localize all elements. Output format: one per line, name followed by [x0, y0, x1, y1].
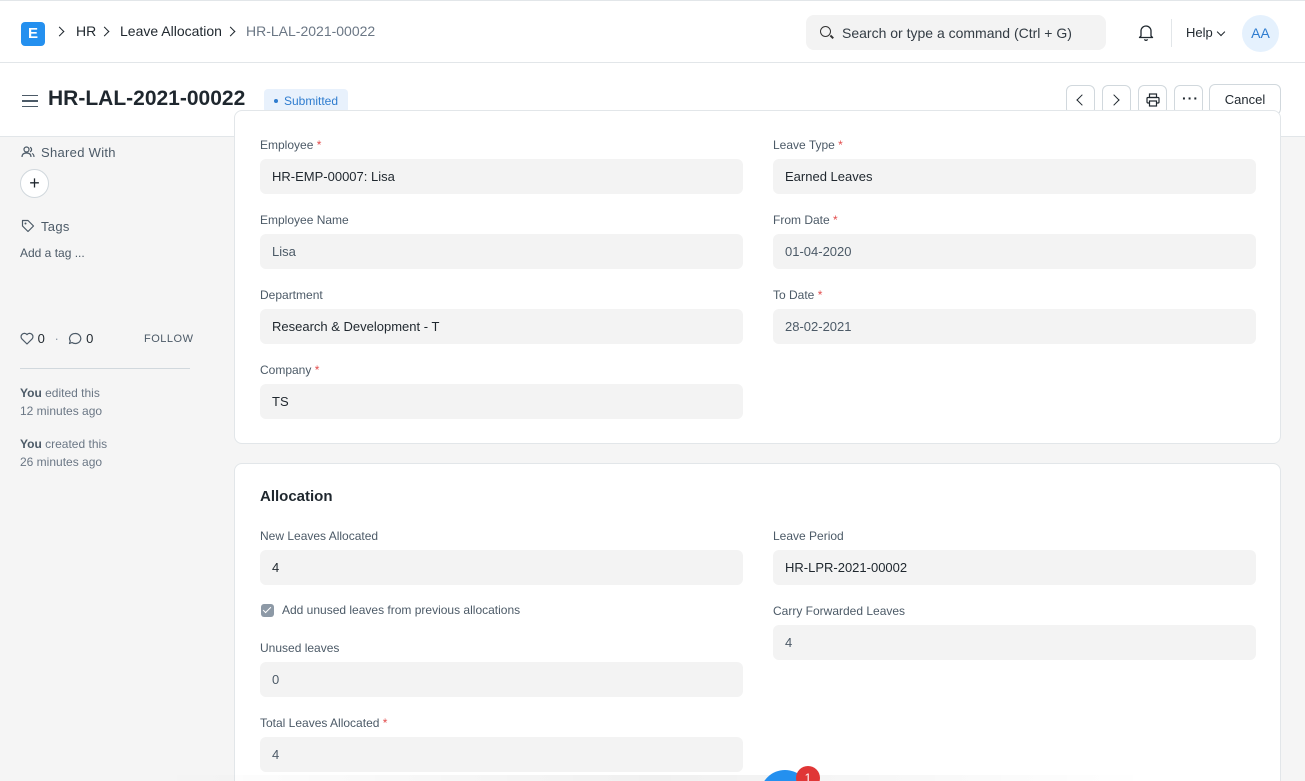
unused-leaves-field: 0 [260, 662, 743, 697]
department-field[interactable]: Research & Development - T [260, 309, 743, 344]
new-leaves-field[interactable]: 4 [260, 550, 743, 585]
shared-with-label: Shared With [41, 145, 116, 160]
department-label: Department [260, 288, 323, 302]
heart-icon[interactable] [20, 332, 34, 345]
divider [20, 368, 190, 369]
search-icon [820, 26, 831, 37]
chevron-right-icon [54, 26, 65, 37]
printer-icon [1146, 93, 1160, 107]
breadcrumb-current[interactable]: HR-LAL-2021-00022 [246, 23, 375, 39]
tags-label: Tags [41, 219, 70, 234]
to-date-label: To Date * [773, 288, 823, 302]
section-title: Allocation [260, 488, 333, 505]
likes-comments: 0 · 0 [20, 331, 93, 346]
tag-icon [21, 219, 35, 233]
chevron-left-icon [1076, 94, 1088, 106]
employee-name-label: Employee Name [260, 213, 349, 227]
follow-button[interactable]: FOLLOW [144, 333, 193, 345]
search-input[interactable]: Search or type a command (Ctrl + G) [842, 25, 1072, 41]
employee-field[interactable]: HR-EMP-00007: Lisa [260, 159, 743, 194]
help-menu[interactable]: Help [1186, 25, 1213, 40]
leave-period-field[interactable]: HR-LPR-2021-00002 [773, 550, 1256, 585]
navbar-divider [1171, 19, 1172, 47]
breadcrumb-hr[interactable]: HR [76, 23, 96, 39]
breadcrumb-leave-allocation[interactable]: Leave Allocation [120, 23, 222, 39]
users-icon [21, 146, 35, 158]
chevron-down-icon[interactable] [1216, 27, 1226, 37]
activity-item: You created this 26 minutes ago [20, 437, 108, 469]
more-icon: ··· [1182, 90, 1199, 106]
chevron-right-icon [1108, 94, 1120, 106]
carry-forwarded-field: 4 [773, 625, 1256, 660]
chevron-right-icon [99, 26, 110, 37]
likes-count: 0 [37, 331, 45, 346]
avatar[interactable]: AA [1242, 15, 1279, 52]
details-section: Employee * HR-EMP-00007: Lisa Employee N… [234, 110, 1281, 444]
employee-name-field: Lisa [260, 234, 743, 269]
chevron-right-icon [225, 26, 236, 37]
add-tag-link[interactable]: Add a tag ... [20, 246, 85, 260]
total-leaves-label: Total Leaves Allocated * [260, 716, 388, 730]
comment-icon[interactable] [68, 332, 82, 345]
employee-label: Employee * [260, 138, 322, 152]
allocation-section: Allocation New Leaves Allocated 4 Add un… [234, 463, 1281, 781]
leave-type-field[interactable]: Earned Leaves [773, 159, 1256, 194]
footer-shadow [160, 775, 1150, 781]
company-field[interactable]: TS [260, 384, 743, 419]
carry-forwarded-label: Carry Forwarded Leaves [773, 604, 906, 618]
notification-bell-icon[interactable] [1137, 23, 1155, 41]
leave-period-label: Leave Period [773, 529, 844, 543]
from-date-label: From Date * [773, 213, 838, 227]
comments-count: 0 [86, 331, 94, 346]
form-sidebar: Shared With + Tags Add a tag ... 0 · 0 F… [0, 137, 210, 781]
activity-item: You edited this 12 minutes ago [20, 386, 103, 418]
add-share-button[interactable]: + [20, 169, 49, 198]
leave-type-label: Leave Type * [773, 138, 843, 152]
total-leaves-field: 4 [260, 737, 743, 772]
search-bar[interactable]: Search or type a command (Ctrl + G) [806, 15, 1106, 50]
new-leaves-label: New Leaves Allocated [260, 529, 379, 543]
company-label: Company * [260, 363, 320, 377]
navbar: E HR Leave Allocation HR-LAL-2021-00022 … [0, 0, 1305, 63]
sidebar-toggle-icon[interactable] [22, 95, 38, 107]
app-logo[interactable]: E [21, 22, 45, 46]
carry-forward-label[interactable]: Add unused leaves from previous allocati… [282, 603, 520, 617]
from-date-field[interactable]: 01-04-2020 [773, 234, 1256, 269]
unused-leaves-label: Unused leaves [260, 641, 340, 655]
page-title: HR-LAL-2021-00022 [48, 87, 246, 110]
carry-forward-checkbox[interactable] [261, 604, 274, 617]
to-date-field[interactable]: 28-02-2021 [773, 309, 1256, 344]
